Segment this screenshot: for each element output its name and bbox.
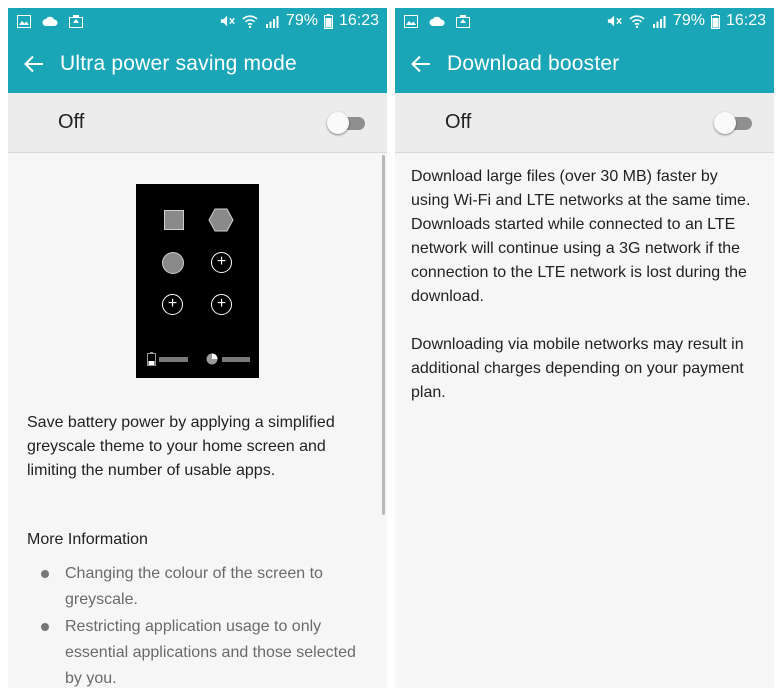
battery-icon: [710, 13, 720, 29]
hexagon-app-icon: [208, 208, 234, 232]
list-item: Changing the colour of the screen to gre…: [27, 561, 368, 613]
bullet-icon: [41, 570, 49, 578]
clock: 16:23: [725, 12, 766, 29]
wifi-icon: [242, 14, 258, 28]
cloud-icon: [429, 14, 445, 28]
status-bar: 79% 16:23: [395, 8, 774, 34]
page-title: Download booster: [447, 51, 620, 75]
signal-icon: [264, 14, 280, 28]
photo-upload-icon: [455, 14, 471, 28]
list-item-text: Changing the colour of the screen to gre…: [65, 565, 323, 608]
download-booster-switch[interactable]: [714, 111, 754, 134]
battery-percent: 79%: [672, 12, 705, 29]
wifi-icon: [629, 14, 645, 28]
bullet-icon: [41, 623, 49, 631]
list-item-text: Restricting application usage to only es…: [65, 618, 356, 687]
app-bar: Download booster: [395, 34, 774, 93]
mute-icon: [607, 14, 623, 28]
ultra-power-saving-switch[interactable]: [327, 111, 367, 134]
clock: 16:23: [338, 12, 379, 29]
more-information-list: Changing the colour of the screen to gre…: [27, 561, 368, 688]
battery-icon: [147, 352, 156, 366]
charges-notice: Downloading via mobile networks may resu…: [411, 336, 744, 401]
page-title: Ultra power saving mode: [60, 51, 297, 75]
usage-bar: [222, 357, 250, 362]
right-content: Download large files (over 30 MB) faster…: [395, 153, 774, 405]
left-content: + + + Save battery power by applying a s…: [8, 184, 387, 688]
signal-icon: [651, 14, 667, 28]
switch-knob: [327, 111, 349, 134]
ultra-power-saving-screen: 79% 16:23 Ultra power saving mode Off +: [8, 8, 387, 688]
add-app-icon: +: [211, 252, 232, 273]
toggle-label: Off: [445, 111, 472, 133]
greyscale-home-screen-illustration: + + +: [136, 184, 259, 378]
photo-upload-icon: [68, 14, 84, 28]
status-bar: 79% 16:23: [8, 8, 387, 34]
feature-description: Download large files (over 30 MB) faster…: [411, 168, 751, 305]
battery-bar: [159, 357, 188, 362]
gallery-icon: [403, 14, 419, 28]
list-item: Restricting application usage to only es…: [27, 614, 368, 688]
master-toggle-row[interactable]: Off: [8, 93, 387, 153]
usage-pie-icon: [206, 353, 218, 365]
app-bar: Ultra power saving mode: [8, 34, 387, 93]
back-arrow-icon[interactable]: [22, 52, 46, 76]
master-toggle-row[interactable]: Off: [395, 93, 774, 153]
toggle-label: Off: [58, 111, 85, 133]
cloud-icon: [42, 14, 58, 28]
circle-app-icon: [162, 252, 184, 274]
feature-description: Save battery power by applying a simplif…: [27, 414, 335, 479]
back-arrow-icon[interactable]: [409, 52, 433, 76]
gallery-icon: [16, 14, 32, 28]
battery-icon: [323, 13, 333, 29]
download-booster-screen: 79% 16:23 Download booster Off Download …: [395, 8, 774, 688]
add-app-icon: +: [162, 294, 183, 315]
square-app-icon: [164, 210, 184, 230]
battery-percent: 79%: [285, 12, 318, 29]
switch-knob: [714, 111, 736, 134]
add-app-icon: +: [211, 294, 232, 315]
more-information-heading: More Information: [27, 531, 148, 548]
mute-icon: [220, 14, 236, 28]
